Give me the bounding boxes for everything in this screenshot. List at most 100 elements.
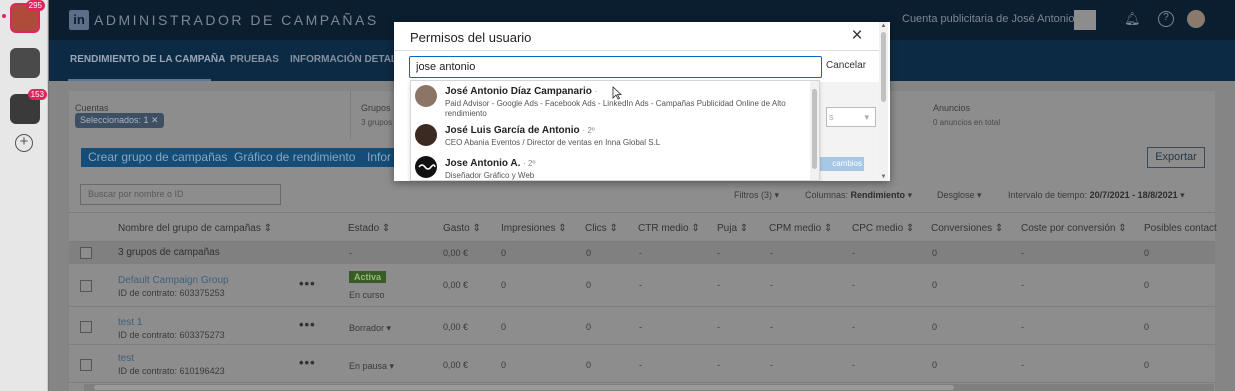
rail-app-1[interactable]: 295	[10, 0, 45, 33]
scrollbar-thumb[interactable]	[812, 89, 817, 169]
breakdown-dropdown[interactable]: Desglose ▾	[937, 190, 982, 201]
horizontal-scrollbar[interactable]	[84, 384, 1214, 391]
rail-app-3[interactable]: 153	[10, 89, 47, 124]
columns-dropdown[interactable]: Columnas: Rendimiento ▾	[805, 190, 912, 201]
tab-pruebas[interactable]: PRUEBAS	[230, 54, 279, 65]
avatar	[415, 85, 437, 107]
col-puja[interactable]: Puja ⇕	[717, 223, 748, 234]
breakdown-label: Desglose	[937, 190, 975, 200]
dropdown-scrollbar[interactable]	[810, 81, 819, 180]
total-name: 3 grupos de campañas	[118, 247, 220, 258]
row-puja: -	[717, 322, 720, 332]
crumb-cuentas[interactable]: Cuentas Seleccionados: 1 ✕	[69, 91, 351, 139]
modal-title: Permisos del usuario	[410, 30, 532, 45]
total-ctr: -	[639, 248, 642, 258]
add-app-icon[interactable]: +	[15, 134, 33, 152]
row-name[interactable]: test 1	[118, 317, 142, 328]
time-range-dropdown[interactable]: Intervalo de tiempo: 20/7/2021 - 18/8/20…	[1008, 190, 1185, 201]
tab-informacion[interactable]: INFORMACIÓN DETALLA	[290, 54, 410, 65]
row-clics: 0	[586, 360, 592, 370]
select-all-checkbox[interactable]	[80, 247, 92, 259]
user-search-input[interactable]	[409, 56, 822, 78]
app-brand: ADMINISTRADOR DE CAMPAÑAS	[94, 12, 379, 28]
row-menu-icon[interactable]: •••	[299, 317, 316, 332]
col-name[interactable]: Nombre del grupo de campañas ⇕	[118, 223, 272, 234]
notification-badge: 153	[27, 89, 47, 100]
result-degree: ·	[594, 87, 598, 96]
account-logo	[1074, 10, 1096, 30]
crumb-anuncios[interactable]: Anuncios 0 anuncios en total	[927, 91, 1127, 139]
row-clics: 0	[586, 280, 592, 290]
row-impresiones: 0	[501, 360, 507, 370]
info-button[interactable]: Infor	[360, 148, 399, 167]
modal-scrollbar[interactable]: ▲ ▼	[879, 22, 888, 181]
col-clics[interactable]: Clics ⇕	[585, 223, 618, 234]
row-checkbox[interactable]	[80, 359, 92, 371]
linkedin-logo-icon[interactable]: in	[69, 10, 89, 30]
scroll-up-icon[interactable]: ▲	[880, 23, 887, 29]
scrollbar-thumb[interactable]	[94, 385, 954, 390]
selected-chip[interactable]: Seleccionados: 1 ✕	[75, 113, 164, 128]
crumb-grupos[interactable]: Grupos 3 grupos	[355, 91, 395, 139]
row-posibles: 0	[1144, 280, 1150, 290]
cancel-button[interactable]: Cancelar	[826, 60, 866, 71]
row-cpm: -	[770, 280, 773, 290]
create-group-button[interactable]: Crear grupo de campañas	[81, 148, 235, 167]
row-estado-dropdown[interactable]: En pausa ▾	[349, 361, 394, 372]
app-rail: 295 153 +	[0, 0, 48, 391]
col-coste[interactable]: Coste por conversión ⇕	[1021, 223, 1127, 234]
row-menu-icon[interactable]: •••	[299, 276, 316, 291]
tab-rendimiento[interactable]: RENDIMIENTO DE LA CAMPAÑA	[70, 54, 225, 65]
row-name[interactable]: test	[118, 353, 134, 364]
role-select[interactable]: s ▾	[826, 107, 876, 127]
row-puja: -	[717, 360, 720, 370]
performance-chart-button[interactable]: Gráfico de rendimiento	[227, 148, 363, 167]
account-name[interactable]: Cuenta publicitaria de José Antonio	[902, 13, 1074, 25]
filters-dropdown[interactable]: Filtros (3) ▾	[734, 190, 779, 201]
row-gasto: 0,00 €	[443, 280, 469, 290]
table-row: test ID de contrato: 610196423 ••• En pa…	[69, 345, 1215, 383]
row-ctr: -	[639, 322, 642, 332]
result-name: José Antonio Díaz Campanario	[445, 86, 592, 97]
close-icon[interactable]: ×	[849, 26, 865, 45]
row-puja: -	[717, 280, 720, 290]
result-description: CEO Abania Eventos / Director de ventas …	[445, 138, 661, 147]
list-item[interactable]: José Luis García de Antonio · 2º CEO Aba…	[411, 121, 811, 151]
mouse-cursor-icon	[612, 86, 622, 100]
total-coste: -	[1021, 248, 1024, 258]
row-ctr: -	[639, 280, 642, 290]
row-checkbox[interactable]	[80, 280, 92, 292]
avatar[interactable]	[1187, 10, 1205, 28]
row-coste: -	[1021, 280, 1024, 290]
scrollbar-thumb[interactable]	[881, 32, 886, 102]
list-item[interactable]: José Antonio Díaz Campanario · Paid Advi…	[411, 83, 811, 120]
list-item[interactable]: Jose Antonio A. · 2º Diseñador Gráfico y…	[411, 154, 811, 180]
modal-background-content: s ▾ cambios	[814, 82, 880, 181]
col-posibles[interactable]: Posibles contact	[1144, 223, 1217, 234]
scroll-down-icon[interactable]: ▼	[880, 174, 887, 180]
row-conversiones: 0	[932, 280, 938, 290]
col-conversiones[interactable]: Conversiones ⇕	[931, 223, 1003, 234]
save-changes-button[interactable]: cambios	[814, 157, 864, 171]
total-estado: -	[349, 248, 352, 258]
row-name[interactable]: Default Campaign Group	[118, 275, 229, 286]
row-cpc: -	[852, 322, 855, 332]
total-posibles: 0	[1144, 248, 1150, 258]
row-estado: En curso	[349, 290, 385, 300]
col-cpc[interactable]: CPC medio ⇕	[852, 223, 914, 234]
col-ctr[interactable]: CTR medio ⇕	[638, 223, 700, 234]
row-checkbox[interactable]	[80, 321, 92, 333]
col-cpm[interactable]: CPM medio ⇕	[769, 223, 832, 234]
columns-label: Columnas:	[805, 190, 849, 200]
search-input[interactable]: Buscar por nombre o ID	[80, 184, 281, 205]
export-button[interactable]: Exportar	[1147, 147, 1205, 168]
row-menu-icon[interactable]: •••	[299, 355, 316, 370]
col-impresiones[interactable]: Impresiones ⇕	[501, 223, 567, 234]
bell-icon[interactable]: 🔔︎	[1124, 11, 1141, 27]
row-estado-dropdown[interactable]: Borrador ▾	[349, 323, 391, 334]
col-estado[interactable]: Estado ⇕	[348, 223, 390, 234]
user-permissions-modal: Permisos del usuario × Cancelar s ▾ camb…	[394, 22, 890, 181]
rail-app-2[interactable]	[10, 48, 40, 78]
col-gasto[interactable]: Gasto ⇕	[443, 223, 481, 234]
help-icon[interactable]: ?	[1158, 11, 1174, 27]
